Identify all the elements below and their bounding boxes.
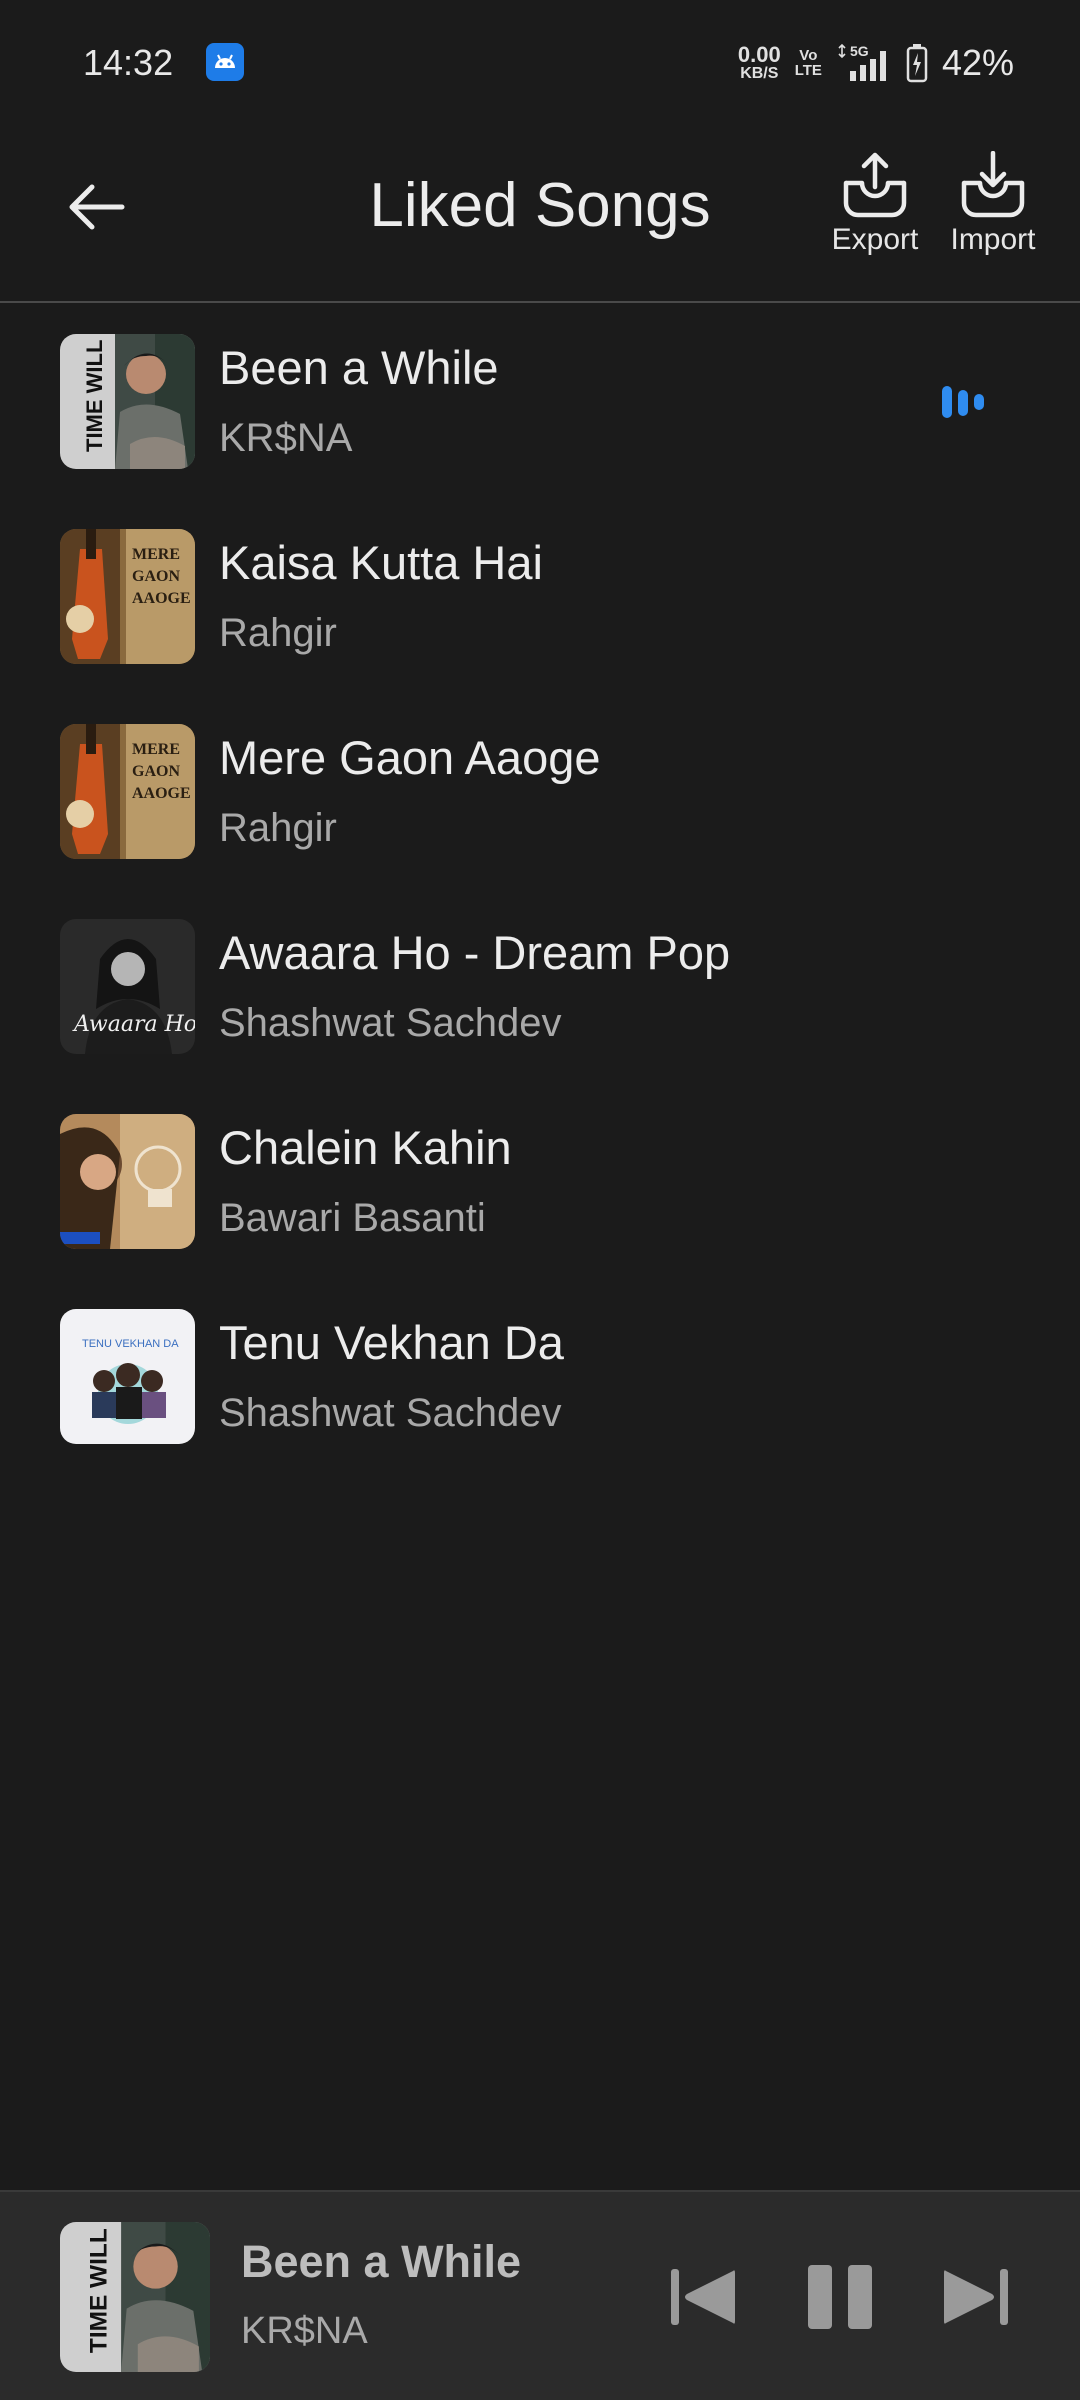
pause-button[interactable] [790, 2247, 890, 2347]
song-artist: Shashwat Sachdev [219, 1001, 562, 1045]
previous-icon [671, 2269, 735, 2325]
previous-button[interactable] [653, 2247, 753, 2347]
song-title: Chalein Kahin [219, 1121, 512, 1174]
mini-player[interactable]: TIME WILL TELL Been a While KR$NA [0, 2190, 1080, 2400]
volte-indicator: Vo LTE [795, 48, 822, 78]
network-speed: 0.00 KB/S [738, 44, 781, 82]
svg-text:GAON: GAON [132, 763, 180, 780]
album-art: MERE GAON AAOGE [60, 529, 195, 664]
app-header: Liked Songs Export Import [0, 125, 1080, 303]
status-icons: 0.00 KB/S Vo LTE 5G 42% [738, 38, 1014, 88]
network-type: 5G [850, 43, 869, 59]
export-icon [843, 152, 907, 218]
svg-text:AAOGE: AAOGE [132, 785, 191, 802]
svg-text:AAOGE: AAOGE [132, 590, 191, 607]
network-speed-value: 0.00 [737, 42, 781, 67]
next-button[interactable] [926, 2247, 1026, 2347]
svg-text:MERE: MERE [132, 546, 180, 563]
pause-icon [808, 2265, 872, 2329]
song-title: Tenu Vekhan Da [219, 1316, 564, 1369]
mini-player-artist: KR$NA [241, 2310, 368, 2352]
status-bar: 14:32 0.00 KB/S Vo LTE 5G 42% [0, 0, 1080, 125]
song-artist: Rahgir [219, 611, 337, 655]
song-title: Mere Gaon Aaoge [219, 731, 601, 784]
import-label: Import [950, 223, 1036, 256]
song-row-been-a-while[interactable]: TIME WILL TELL Been a While KR$NA [0, 330, 1080, 525]
svg-text:GAON: GAON [132, 568, 180, 585]
song-artist: Rahgir [219, 806, 337, 850]
song-row-kaisa-kutta-hai[interactable]: MERE GAON AAOGE Kaisa Kutta Hai Rahgir [0, 525, 1080, 720]
export-button[interactable]: Export [820, 151, 930, 257]
song-artist: KR$NA [219, 416, 353, 460]
svg-text:TENU VEKHAN DA: TENU VEKHAN DA [82, 1338, 179, 1350]
song-row-mere-gaon-aaoge[interactable]: MERE GAON AAOGE Mere Gaon Aaoge Rahgir [0, 720, 1080, 915]
volte-bottom: LTE [794, 62, 822, 79]
song-artist: Shashwat Sachdev [219, 1391, 562, 1435]
song-row-chalein-kahin[interactable]: Chalein Kahin Bawari Basanti [0, 1110, 1080, 1305]
signal-icon: 5G [836, 43, 892, 83]
battery-icon [906, 43, 928, 83]
album-art: Awaara Ho [60, 919, 195, 1054]
svg-text:TIME WILL TELL: TIME WILL TELL [86, 2222, 113, 2353]
song-title: Been a While [219, 341, 499, 394]
volte-top: Vo [799, 47, 818, 64]
svg-text:MERE: MERE [132, 741, 180, 758]
network-speed-unit: KB/S [740, 65, 779, 82]
album-art: TENU VEKHAN DA [60, 1309, 195, 1444]
next-icon [944, 2269, 1008, 2325]
song-list: TIME WILL TELL Been a While KR$NA MERE G… [0, 330, 1080, 1500]
now-playing-icon [940, 382, 994, 427]
mini-player-title: Been a While [241, 2236, 522, 2287]
song-title: Kaisa Kutta Hai [219, 536, 543, 589]
album-art: TIME WILL TELL [60, 334, 195, 469]
svg-text:TIME WILL TELL: TIME WILL TELL [82, 334, 107, 452]
album-art [60, 1114, 195, 1249]
import-icon [961, 151, 1025, 218]
song-title: Awaara Ho - Dream Pop [219, 926, 731, 979]
screen: 14:32 0.00 KB/S Vo LTE 5G 42% Liked Song… [0, 0, 1080, 2400]
import-button[interactable]: Import [938, 151, 1048, 257]
svg-text:Awaara Ho: Awaara Ho [72, 1012, 195, 1037]
android-notification-icon [206, 43, 244, 81]
export-label: Export [831, 223, 919, 256]
song-row-awaara-ho[interactable]: Awaara Ho Awaara Ho - Dream Pop Shashwat… [0, 915, 1080, 1110]
back-button[interactable] [56, 167, 136, 247]
song-artist: Bawari Basanti [219, 1196, 486, 1240]
battery-percent: 42% [941, 42, 1014, 83]
song-row-tenu-vekhan-da[interactable]: TENU VEKHAN DA Tenu Vekhan Da Shashwat S… [0, 1305, 1080, 1500]
mini-player-album-art: TIME WILL TELL [60, 2222, 210, 2372]
status-time: 14:32 [83, 42, 174, 83]
album-art: MERE GAON AAOGE [60, 724, 195, 859]
back-arrow-icon [69, 184, 125, 230]
